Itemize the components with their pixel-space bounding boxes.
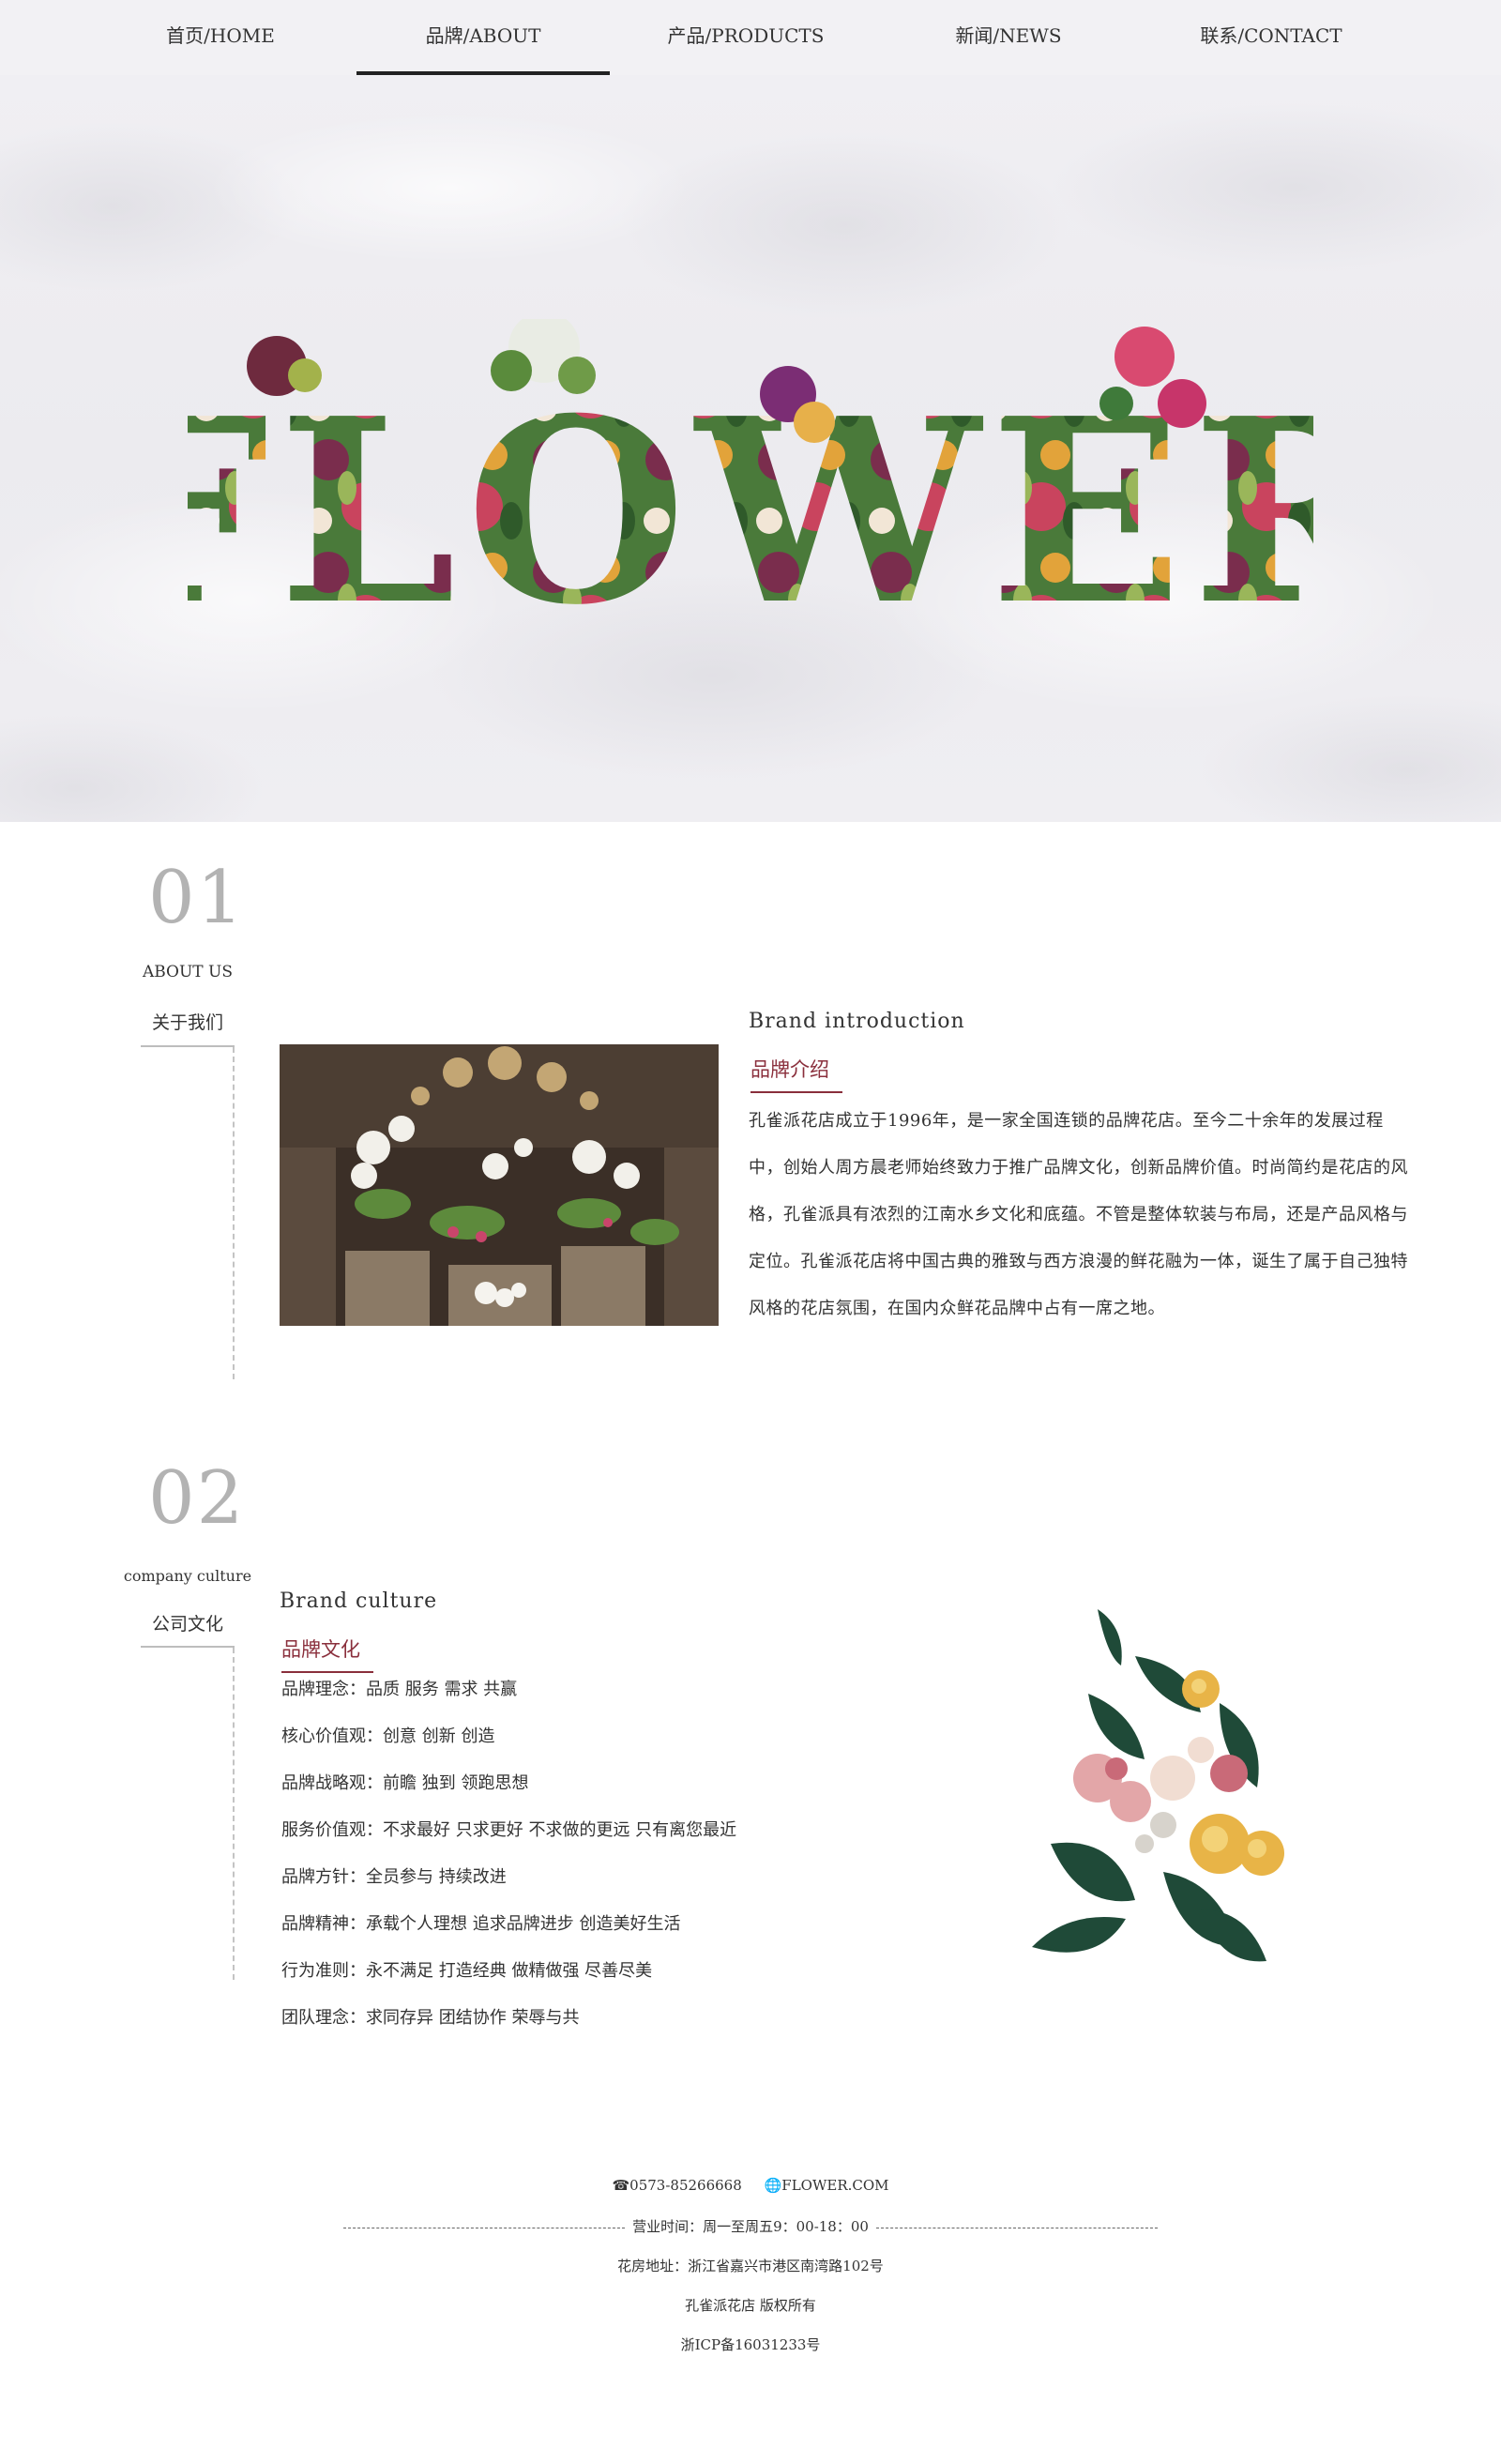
flower-word: FLOWER: [188, 362, 1313, 638]
phone-icon: ☎: [612, 2177, 630, 2194]
section-number-02: 02: [148, 1456, 246, 1541]
culture-en-label: company culture: [123, 1567, 252, 1585]
brand-intro-text: 孔雀派花店成立于1996年，是一家全国连锁的品牌花店。至今二十余年的发展过程中，…: [749, 1111, 1408, 1318]
footer-hours: 营业时间：周一至周五9：00-18：00: [632, 2218, 869, 2235]
culture-list: 品牌理念：品质 服务 需求 共赢 核心价值观：创意 创新 创造 品牌战略观：前瞻…: [281, 1676, 736, 2051]
about-cn-label: 关于我们: [151, 1012, 223, 1033]
culture-item: 品牌精神：承载个人理想 追求品牌进步 创造美好生活: [281, 1914, 681, 1934]
bouquet-image: [1032, 1609, 1284, 1962]
culture-cn-label: 公司文化: [151, 1614, 223, 1635]
about-title-cn: 品牌介绍: [750, 1058, 829, 1081]
nav-news[interactable]: 新闻/NEWS: [882, 0, 1135, 75]
culture-item: 服务价值观：不求最好 只求更好 不求做的更远 只有离您最近: [281, 1820, 737, 1840]
culture-title-underline: [281, 1671, 373, 1673]
culture-item: 团队理念：求同存异 团结协作 荣辱与共: [281, 2008, 580, 2028]
nav-home[interactable]: 首页/HOME: [94, 0, 347, 75]
globe-icon: 🌐: [764, 2177, 782, 2194]
footer-phone[interactable]: 0573-85266668: [629, 2177, 742, 2194]
section-number-01: 01: [148, 856, 246, 940]
about-dashed-line: [233, 1047, 235, 1379]
shop-photo: [280, 1044, 719, 1326]
flower-wordmark: FLOWER: [188, 319, 1313, 638]
nav-about[interactable]: 品牌/ABOUT: [356, 0, 610, 75]
about-rule: [141, 1045, 235, 1047]
footer-hours-row: 营业时间：周一至周五9：00-18：00: [0, 2216, 1501, 2236]
culture-item: 品牌理念：品质 服务 需求 共赢: [281, 1680, 518, 1699]
culture-item: 品牌方针：全员参与 持续改进: [281, 1867, 507, 1887]
about-title-underline: [750, 1091, 842, 1093]
nav-products[interactable]: 产品/PRODUCTS: [619, 0, 872, 75]
culture-item: 核心价值观：创意 创新 创造: [281, 1726, 495, 1746]
about-title-en: Brand introduction: [749, 1010, 965, 1033]
footer-contact-row: ☎0573-85266668 🌐FLOWER.COM: [0, 2177, 1501, 2194]
culture-item: 品牌战略观：前瞻 独到 领跑思想: [281, 1773, 529, 1793]
culture-title-cn: 品牌文化: [281, 1638, 360, 1661]
nav-contact[interactable]: 联系/CONTACT: [1145, 0, 1398, 75]
culture-dashed-line: [233, 1648, 235, 1980]
hero-banner: FLOWER: [0, 75, 1501, 822]
footer-copyright: 孔雀派花店 版权所有: [685, 2297, 816, 2314]
culture-item: 行为准则：永不满足 打造经典 做精做强 尽善尽美: [281, 1961, 653, 1981]
about-en-label: ABOUT US: [142, 963, 234, 981]
culture-rule: [141, 1646, 235, 1648]
footer-icp[interactable]: 浙ICP备16031233号: [0, 2335, 1501, 2354]
culture-title-en: Brand culture: [280, 1589, 438, 1613]
footer-site[interactable]: FLOWER.COM: [781, 2177, 888, 2194]
footer-address: 花房地址：浙江省嘉兴市港区南湾路102号: [617, 2258, 884, 2274]
top-nav: 首页/HOME 品牌/ABOUT 产品/PRODUCTS 新闻/NEWS 联系/…: [0, 0, 1501, 75]
